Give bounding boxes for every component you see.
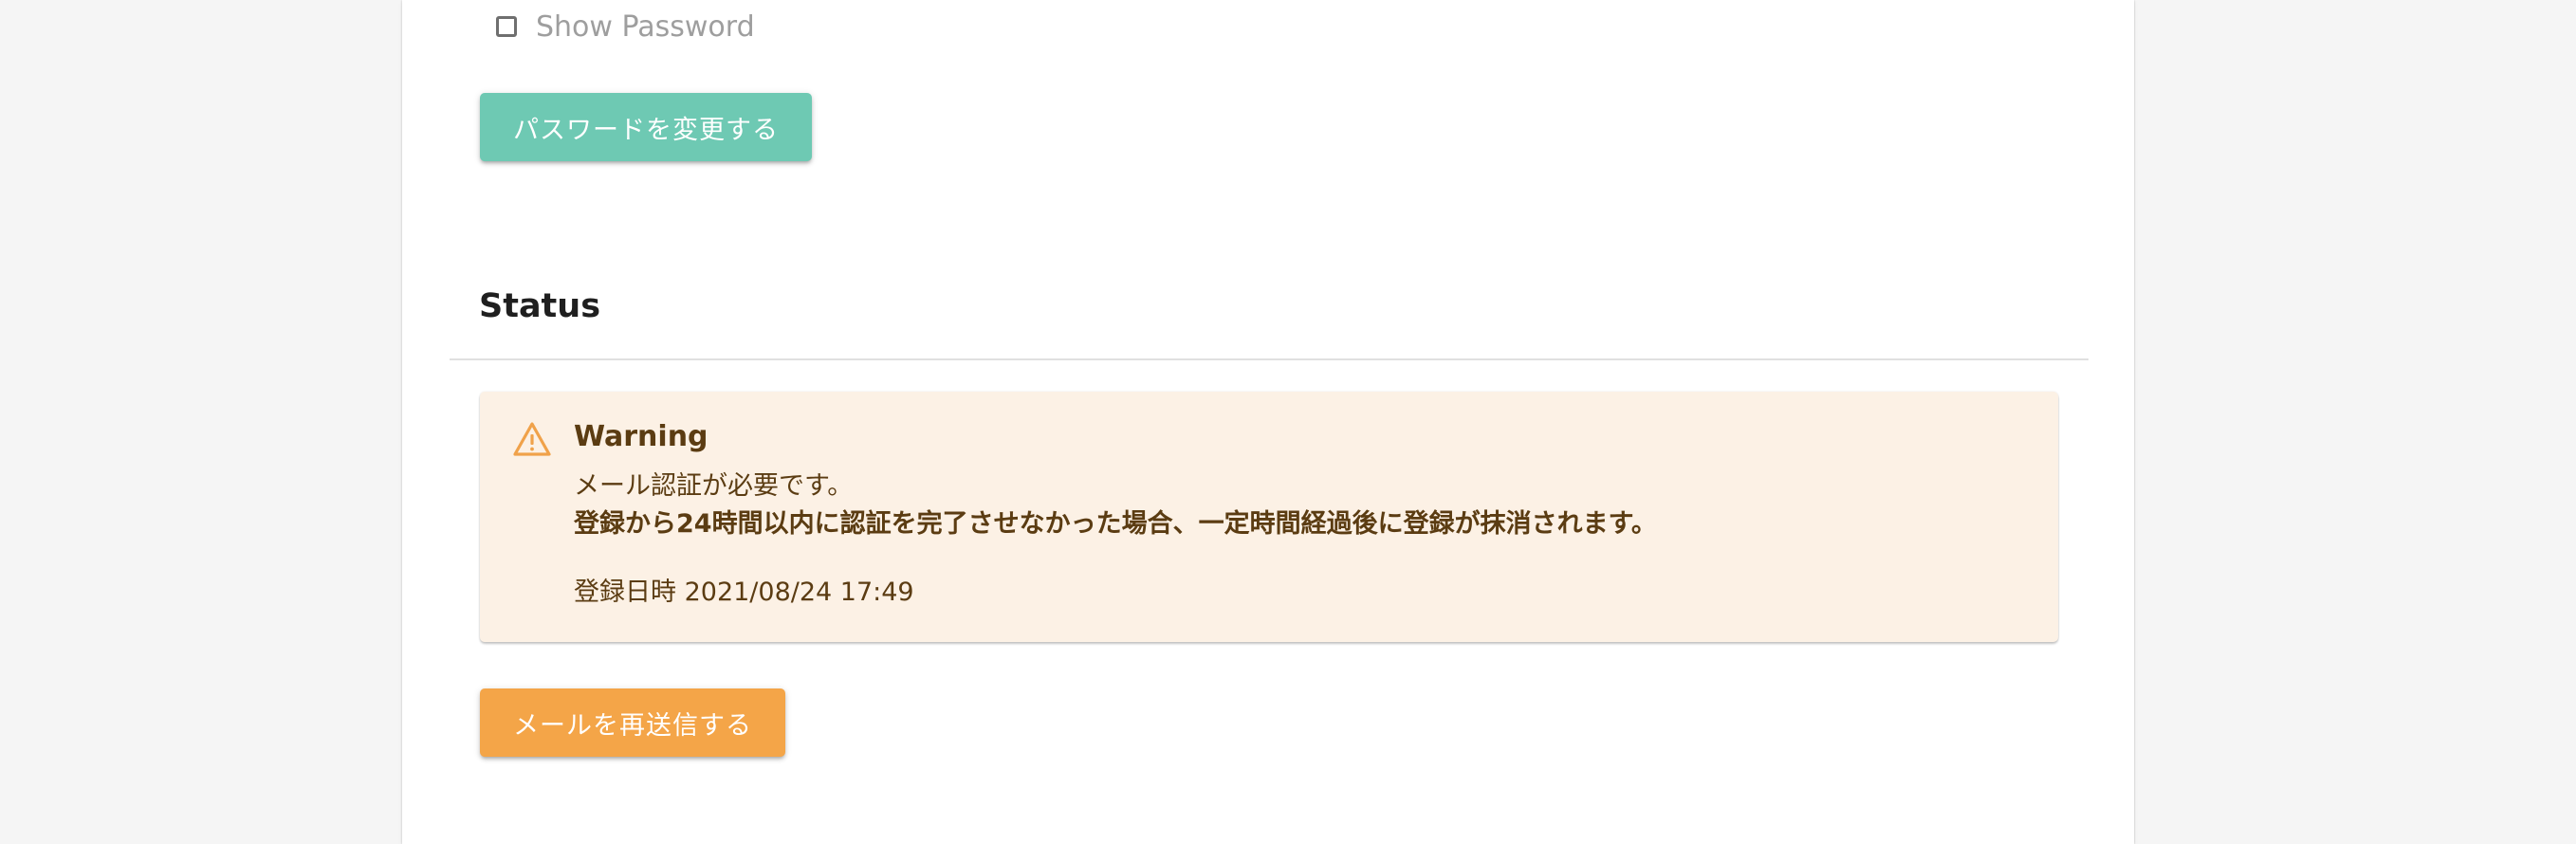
registration-date: 登録日時 2021/08/24 17:49 xyxy=(574,578,914,607)
warning-triangle-icon xyxy=(512,420,552,458)
status-section-title: Status xyxy=(479,287,601,325)
settings-card: Show Password パスワードを変更する Status Warning … xyxy=(402,0,2134,844)
resend-email-button[interactable]: メールを再送信する xyxy=(480,688,785,757)
show-password-label: Show Password xyxy=(536,9,755,44)
show-password-toggle[interactable]: Show Password xyxy=(496,9,755,44)
change-password-button[interactable]: パスワードを変更する xyxy=(480,93,812,161)
alert-title: Warning xyxy=(574,420,708,453)
alert-message: メール認証が必要です。 xyxy=(574,471,854,501)
section-divider xyxy=(450,358,2088,360)
warning-alert: Warning メール認証が必要です。 登録から24時間以内に認証を完了させなか… xyxy=(480,392,2058,642)
alert-notice: 登録から24時間以内に認証を完了させなかった場合、一定時間経過後に登録が抹消され… xyxy=(574,509,1657,539)
alert-content: Warning メール認証が必要です。 登録から24時間以内に認証を完了させなか… xyxy=(574,416,2039,612)
show-password-checkbox[interactable] xyxy=(496,16,517,37)
